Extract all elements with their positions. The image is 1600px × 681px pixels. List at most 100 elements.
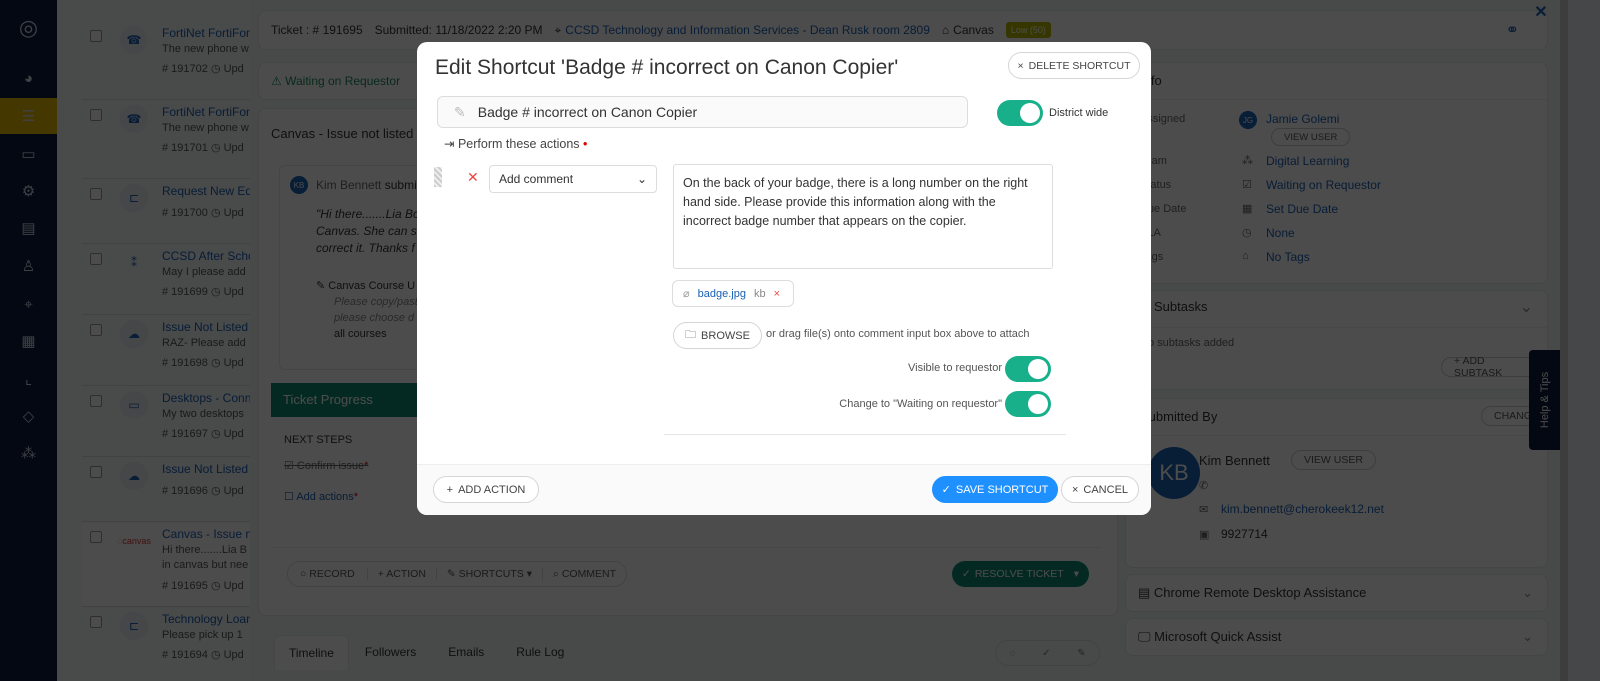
knowledge-icon[interactable]: ▤ [0, 210, 57, 246]
ticket-list-item-selected[interactable]: ◌canvas Canvas - Issue not listed Hi there… [82, 523, 250, 607]
close-panel-button[interactable]: ✕ [1530, 2, 1552, 24]
item-title: Canvas - Issue not listed [162, 527, 250, 541]
view-submitter-button[interactable]: VIEW USER [1291, 450, 1376, 470]
checkbox[interactable] [90, 324, 102, 336]
checkbox[interactable] [90, 616, 102, 628]
microsoft-quick-assist[interactable]: 🖵 Microsoft Quick Assist ⌄ [1125, 618, 1548, 656]
checkbox[interactable] [90, 395, 102, 407]
tab-emails[interactable]: Emails [432, 635, 500, 670]
record-button[interactable]: ○ RECORD [288, 568, 367, 580]
tags-link[interactable]: No Tags [1266, 250, 1310, 264]
submitter-email[interactable]: kim.bennett@cherokeek12.net [1221, 502, 1384, 516]
edit-shortcut-modal: Edit Shortcut 'Badge # incorrect on Cano… [417, 42, 1151, 515]
shortcuts-button[interactable]: ✎ SHORTCUTS ▾ [435, 568, 542, 580]
calendar-icon[interactable]: ▦ [0, 323, 57, 359]
team-icon: ⁂ [1242, 155, 1253, 167]
change-status-toggle[interactable] [1005, 391, 1051, 417]
action-button[interactable]: + ACTION [366, 568, 436, 580]
comment-icon[interactable]: ◌ [1009, 648, 1015, 659]
checkbox[interactable] [90, 253, 102, 265]
checkbox[interactable] [90, 109, 102, 121]
due-date-link[interactable]: Set Due Date [1266, 202, 1338, 216]
user-icon[interactable]: ♙ [0, 248, 57, 284]
laptop-icon: ▭ [120, 391, 148, 419]
step-add-actions[interactable]: ☐ Add actions* [284, 490, 358, 503]
status-link[interactable]: Waiting on Requestor [1266, 178, 1381, 192]
chrome-remote-desktop[interactable]: ▤ Chrome Remote Desktop Assistance ⌄ [1125, 574, 1548, 612]
ticket-list-item[interactable]: ⊏ Technology Loaner Please pick up 1 # 1916… [82, 608, 250, 681]
ticket-subject: Canvas - Issue not listed [271, 126, 414, 141]
location-icon[interactable]: ⌖ [0, 286, 57, 322]
integrations-icon[interactable]: ◇ [0, 398, 57, 434]
save-shortcut-button[interactable]: ✓ SAVE SHORTCUT [932, 476, 1058, 503]
reports-icon[interactable]: ⌞ [0, 361, 57, 397]
ticket-list-item[interactable]: ▭ Desktops - Connect My two desktops # 1916… [82, 387, 250, 457]
logo-icon[interactable]: ◎ [0, 8, 57, 48]
item-title: FortiNet FortiFone [162, 26, 250, 40]
remove-action-icon[interactable]: ✕ [467, 169, 479, 186]
assignee-link[interactable]: Jamie Golemi [1266, 112, 1339, 126]
tab-followers[interactable]: Followers [349, 635, 432, 670]
devices-icon[interactable]: ▭ [0, 136, 57, 172]
item-id: # 191695 ◷ Upd [162, 580, 244, 592]
delete-shortcut-button[interactable]: × DELETE SHORTCUT [1008, 52, 1140, 79]
chevron-down-icon[interactable]: ⌄ [1522, 585, 1533, 601]
phone-icon: ☎ [120, 26, 148, 54]
perform-actions-label: ⇥ Perform these actions • [444, 137, 588, 151]
dashboard-icon[interactable]: ◕ [0, 60, 57, 96]
district-wide-toggle[interactable] [997, 100, 1043, 126]
comment-button[interactable]: ⌕ COMMENT [542, 567, 626, 581]
shortcut-name-input[interactable]: ✎ Badge # incorrect on Canon Copier [437, 96, 968, 128]
tickets-icon[interactable]: ☰ [0, 98, 57, 134]
checkbox[interactable] [90, 188, 102, 200]
item-desc: The new phone w [162, 122, 249, 134]
browse-button[interactable]: 🗀 BROWSE [673, 322, 762, 349]
checkbox[interactable] [90, 30, 102, 42]
phone-icon: ✆ [1199, 480, 1209, 492]
comment-textarea[interactable]: On the back of your badge, there is a lo… [673, 164, 1053, 269]
check-icon[interactable]: ✓ [1042, 648, 1050, 659]
priority-badge[interactable]: Low (50) [1005, 22, 1051, 38]
ticket-list-item[interactable]: ☎ FortiNet FortiFone The new phone w # 1917… [82, 101, 250, 179]
item-title: CCSD After School [162, 249, 250, 263]
submitted-by-header: Submitted By [1140, 409, 1218, 424]
view-assignee-button[interactable]: VIEW USER [1271, 128, 1351, 146]
action-type-select[interactable]: Add comment ⌄ [489, 165, 657, 193]
ticket-list-item[interactable]: ⁑ CCSD After School May I please add # 1916… [82, 245, 250, 315]
drag-handle[interactable] [434, 167, 442, 187]
checkbox[interactable] [90, 466, 102, 478]
visible-to-requestor-toggle[interactable] [1005, 356, 1051, 382]
next-steps-label: NEXT STEPS [284, 434, 353, 446]
attachment-name[interactable]: badge.jpg [698, 288, 746, 300]
org-chart-icon[interactable]: ⁂ [0, 435, 57, 471]
add-action-button[interactable]: + ADD ACTION [433, 476, 539, 503]
remove-attachment-icon[interactable]: × [774, 288, 780, 300]
item-id: # 191700 ◷ Upd [162, 207, 244, 219]
location-link[interactable]: CCSD Technology and Information Services… [565, 23, 930, 37]
action-group: ○ RECORD + ACTION ✎ SHORTCUTS ▾ ⌕ COMMEN… [287, 561, 628, 587]
subtasks-header[interactable]: Subtasks [1154, 299, 1207, 314]
cloud-icon: ☁ [120, 320, 148, 348]
team-link[interactable]: Digital Learning [1266, 154, 1349, 168]
close-icon: × [1071, 483, 1079, 496]
tab-rule-log[interactable]: Rule Log [500, 635, 580, 670]
link-icon[interactable]: ⚭ [1506, 20, 1519, 40]
help-tips-tab[interactable]: Help & Tips [1529, 350, 1560, 450]
sla-link[interactable]: None [1266, 226, 1295, 240]
item-title: Request New Equipment [162, 184, 250, 198]
ticket-list-item[interactable]: ☁ Issue Not Listed RAZ- Please add # 191698… [82, 316, 250, 386]
step-confirm-issue[interactable]: ☑ Confirm issue* [284, 459, 368, 472]
settings-icon[interactable]: ⚙ [0, 173, 57, 209]
resolve-ticket-button[interactable]: ✓ RESOLVE TICKET ▾ [952, 561, 1089, 587]
cancel-button[interactable]: × CANCEL [1061, 476, 1139, 503]
email-icon: ✉ [1199, 504, 1209, 516]
pencil-icon[interactable]: ✎ [1077, 648, 1085, 659]
ticket-list-item[interactable]: ⊏ Request New Equipment # 191700 ◷ Upd [82, 180, 250, 244]
ticket-list-item[interactable]: ☎ FortiNet FortiFone The new phone w # 1917… [82, 22, 250, 100]
ticket-list-item[interactable]: ☁ Issue Not Listed # 191696 ◷ Upd [82, 458, 250, 522]
tab-timeline[interactable]: Timeline [274, 635, 349, 670]
checkbox[interactable] [90, 531, 102, 543]
scrollbar[interactable] [1560, 0, 1568, 681]
chevron-down-icon[interactable]: ⌄ [1522, 629, 1533, 645]
chevron-down-icon[interactable]: ⌄ [1520, 297, 1533, 317]
